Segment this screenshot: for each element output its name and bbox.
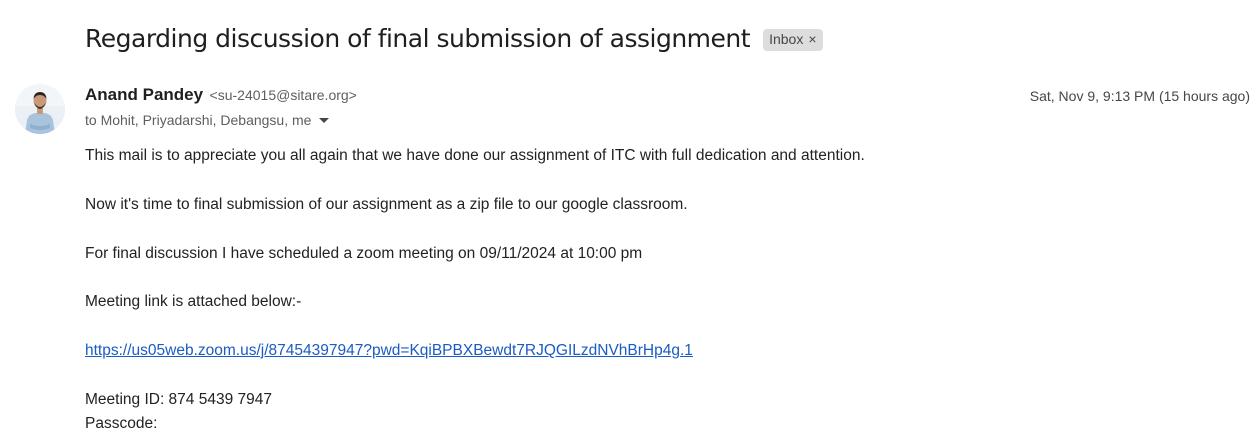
close-icon[interactable]: × xyxy=(808,31,816,48)
body-paragraph-2: Now it's time to final submission of our… xyxy=(85,196,688,213)
user-avatar-photo xyxy=(15,84,65,134)
body-paragraph-3: For final discussion I have scheduled a … xyxy=(85,245,643,262)
sender-row: Anand Pandey <su-24015@sitare.org> xyxy=(85,85,357,105)
label-chip-inbox[interactable]: Inbox × xyxy=(763,28,823,51)
subject-row: Regarding discussion of final submission… xyxy=(85,24,823,53)
body-paragraph-4: Meeting link is attached below:- xyxy=(85,293,302,310)
avatar[interactable] xyxy=(15,84,65,134)
caret-down-icon[interactable] xyxy=(319,117,330,123)
sender-email: <su-24015@sitare.org> xyxy=(209,87,357,103)
body-paragraph-1: This mail is to appreciate you all again… xyxy=(85,147,865,164)
email-date: Sat, Nov 9, 9:13 PM (15 hours ago) xyxy=(1029,88,1250,104)
passcode: Passcode: xyxy=(85,415,158,432)
meeting-id: Meeting ID: 874 5439 7947 xyxy=(85,391,272,408)
recipients-list: to Mohit, Priyadarshi, Debangsu, me xyxy=(85,112,312,128)
sender-name[interactable]: Anand Pandey xyxy=(85,85,203,104)
recipients-row: to Mohit, Priyadarshi, Debangsu, me xyxy=(85,112,330,128)
label-chip-text: Inbox xyxy=(769,30,804,47)
email-subject: Regarding discussion of final submission… xyxy=(85,24,751,53)
zoom-meeting-link[interactable]: https://us05web.zoom.us/j/87454397947?pw… xyxy=(85,342,693,360)
